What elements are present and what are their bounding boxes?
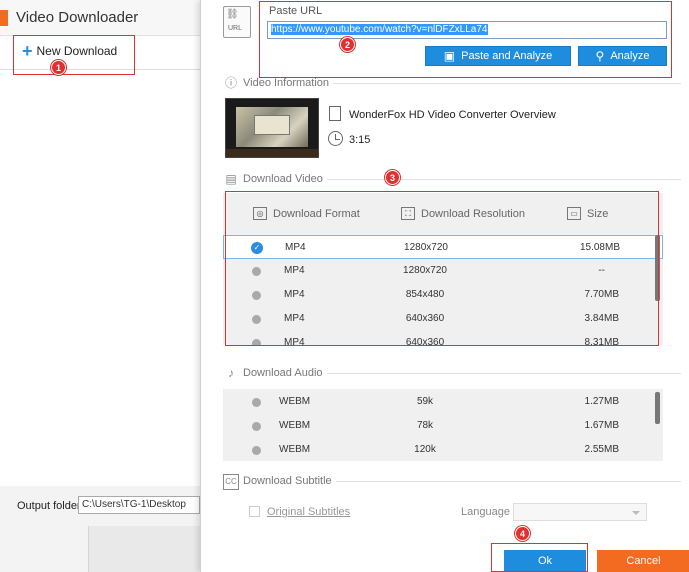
header-size: ▭ Size bbox=[567, 207, 608, 220]
output-folder-bar: Output folder: C:\Users\TG-1\Desktop bbox=[0, 486, 200, 526]
table-row[interactable]: MP4 854x480 7.70MB bbox=[223, 283, 663, 307]
output-folder-field[interactable]: C:\Users\TG-1\Desktop bbox=[78, 496, 200, 514]
size-icon: ▭ bbox=[567, 207, 581, 220]
table-header: ◎ Download Format ⛶ Download Resolution ▭ S… bbox=[223, 193, 663, 235]
original-subtitles-label[interactable]: Original Subtitles bbox=[267, 506, 350, 518]
app-title: Video Downloader bbox=[16, 9, 139, 26]
link-icon: ⛓ bbox=[226, 9, 239, 20]
output-folder-label: Output folder: bbox=[17, 500, 84, 512]
step-badge-4: 4 bbox=[515, 526, 530, 541]
original-subtitles-checkbox[interactable] bbox=[249, 506, 260, 517]
video-format-table: ◎ Download Format ⛶ Download Resolution ▭ S… bbox=[223, 193, 663, 345]
video-information-title: Video Information bbox=[243, 77, 334, 89]
document-icon bbox=[329, 106, 341, 121]
radio-dot-icon bbox=[252, 267, 261, 276]
paste-and-analyze-button[interactable]: ▣ Paste and Analyze bbox=[425, 46, 571, 66]
clock-icon bbox=[328, 131, 343, 146]
paste-url-label: Paste URL bbox=[269, 5, 323, 17]
checkmark-icon: ✓ bbox=[251, 242, 263, 254]
video-duration: 3:15 bbox=[349, 134, 371, 146]
download-list bbox=[0, 70, 200, 486]
download-video-title: Download Video bbox=[243, 173, 327, 185]
paste-and-analyze-label: Paste and Analyze bbox=[461, 50, 553, 62]
cancel-button[interactable]: Cancel bbox=[597, 550, 689, 572]
music-note-icon: ♪ bbox=[228, 366, 234, 380]
step-badge-3: 3 bbox=[385, 170, 400, 185]
analyze-button[interactable]: ⚲ Analyze bbox=[578, 46, 667, 66]
table-row[interactable]: MP4 1280x720 -- bbox=[223, 259, 663, 283]
audio-format-table: WEBM 59k 1.27MB WEBM 78k 1.67MB WEBM 120… bbox=[223, 389, 663, 461]
bottom-panel bbox=[88, 526, 200, 572]
url-input[interactable]: https://www.youtube.com/watch?v=nlDFZxLL… bbox=[267, 21, 667, 39]
download-audio-title: Download Audio bbox=[243, 367, 327, 379]
download-subtitle-title: Download Subtitle bbox=[243, 475, 336, 487]
language-select[interactable] bbox=[513, 503, 647, 521]
search-icon: ⚲ bbox=[595, 49, 605, 63]
table-row[interactable]: MP4 640x360 8.31MB bbox=[223, 331, 663, 345]
ok-button[interactable]: Ok bbox=[504, 550, 586, 572]
table-row[interactable]: WEBM 120k 2.55MB bbox=[223, 438, 663, 461]
radio-dot-icon bbox=[252, 398, 261, 407]
app-window: Video Downloader + New Download Output f… bbox=[0, 0, 200, 572]
audio-table-scrollbar[interactable] bbox=[655, 392, 660, 424]
plus-icon: + bbox=[22, 41, 33, 61]
closed-caption-icon: CC bbox=[223, 474, 239, 490]
video-table-scrollbar[interactable] bbox=[655, 235, 660, 301]
step-badge-2: 2 bbox=[340, 37, 355, 52]
radio-dot-icon bbox=[252, 422, 261, 431]
table-row[interactable]: WEBM 78k 1.67MB bbox=[223, 414, 663, 438]
radio-dot-icon bbox=[252, 315, 261, 324]
header-format: ◎ Download Format bbox=[253, 207, 360, 220]
language-label: Language bbox=[461, 506, 510, 518]
new-download-label: New Download bbox=[36, 44, 118, 58]
app-logo bbox=[0, 10, 8, 26]
clipboard-icon: ▣ bbox=[443, 49, 456, 63]
table-row[interactable]: MP4 640x360 3.84MB bbox=[223, 307, 663, 331]
info-icon: ⓘ bbox=[224, 76, 237, 90]
resolution-icon: ⛶ bbox=[401, 207, 415, 220]
url-input-text: https://www.youtube.com/watch?v=nlDFZxLL… bbox=[271, 24, 488, 35]
table-row[interactable]: WEBM 59k 1.27MB bbox=[223, 390, 663, 414]
video-thumbnail bbox=[225, 98, 319, 158]
radio-dot-icon bbox=[252, 291, 261, 300]
url-icon: ⛓ URL bbox=[223, 6, 251, 38]
table-row[interactable]: ✓ MP4 1280x720 15.08MB bbox=[223, 235, 663, 259]
step-badge-1: 1 bbox=[51, 60, 66, 75]
app-titlebar: Video Downloader bbox=[0, 0, 200, 36]
radio-dot-icon bbox=[252, 446, 261, 455]
header-resolution: ⛶ Download Resolution bbox=[401, 207, 525, 220]
radio-dot-icon bbox=[252, 339, 261, 345]
analyze-label: Analyze bbox=[610, 50, 650, 62]
new-download-dialog: ⛓ URL Paste URL https://www.youtube.com/… bbox=[200, 0, 689, 572]
toolbar: + New Download bbox=[0, 36, 200, 70]
film-icon: ▤ bbox=[225, 172, 237, 186]
new-download-button[interactable]: + New Download bbox=[22, 41, 118, 61]
url-icon-text: URL bbox=[228, 25, 243, 32]
video-title: WonderFox HD Video Converter Overview bbox=[349, 109, 556, 121]
format-icon: ◎ bbox=[253, 207, 267, 220]
